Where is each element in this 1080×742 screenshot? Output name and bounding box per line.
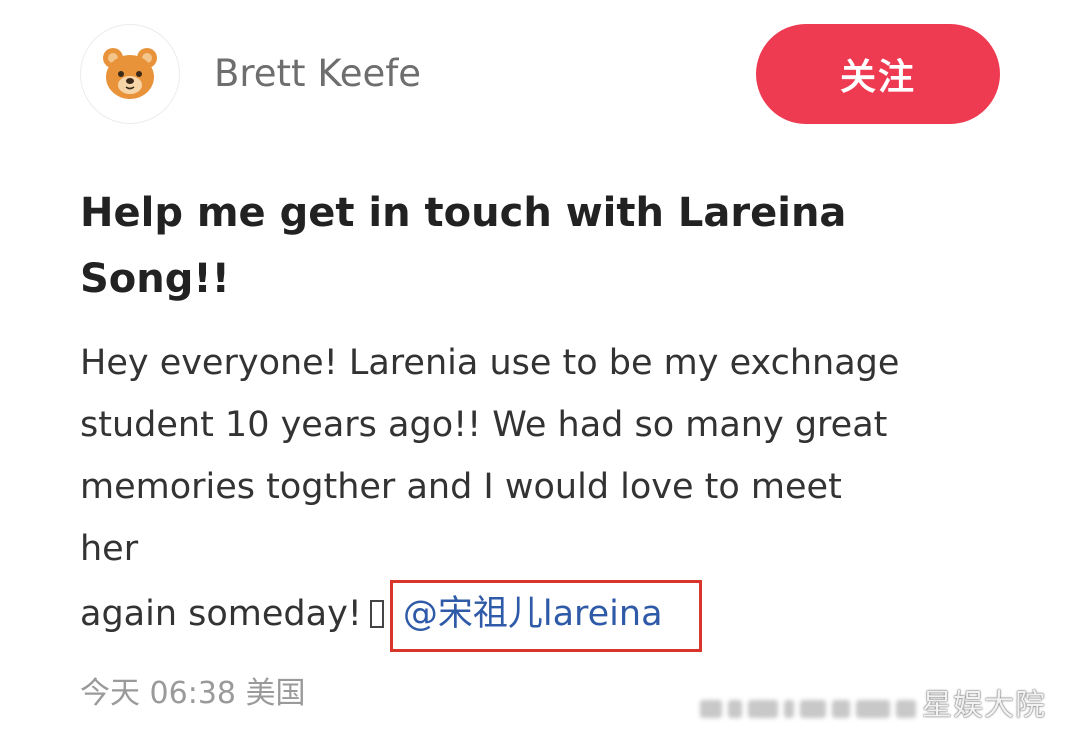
post-location: 美国: [245, 676, 306, 711]
watermark: 星娱大院: [922, 688, 1046, 723]
post-time: 06:38: [149, 676, 237, 711]
post-meta: 今天 06:38 美国: [80, 672, 306, 716]
author-avatar[interactable]: [80, 24, 180, 124]
body-line: Hey everyone! Larenia use to be my exchn…: [80, 343, 900, 383]
body-line: again someday!: [80, 594, 362, 634]
body-line: her: [80, 529, 139, 569]
post-day: 今天: [80, 676, 140, 711]
missing-emoji-icon: [369, 600, 384, 628]
follow-button[interactable]: 关注: [756, 24, 1000, 124]
author-name[interactable]: Brett Keefe: [214, 50, 421, 98]
bear-face-icon: [103, 48, 157, 99]
body-last-line: again someday! @宋祖儿lareina: [80, 580, 1010, 652]
blurred-text: [700, 696, 920, 722]
mention-link[interactable]: @宋祖儿lareina: [403, 594, 663, 634]
body-line: memories togther and I would love to mee…: [80, 467, 842, 507]
mention-highlight-box: @宋祖儿lareina: [389, 580, 702, 652]
body-line: student 10 years ago!! We had so many gr…: [80, 405, 888, 445]
post-body: Hey everyone! Larenia use to be my exchn…: [80, 332, 1010, 652]
post-title: Help me get in touch with Lareina Song!!: [80, 190, 847, 302]
weibo-post: Brett Keefe 关注 Help me get in touch with…: [0, 0, 1080, 742]
